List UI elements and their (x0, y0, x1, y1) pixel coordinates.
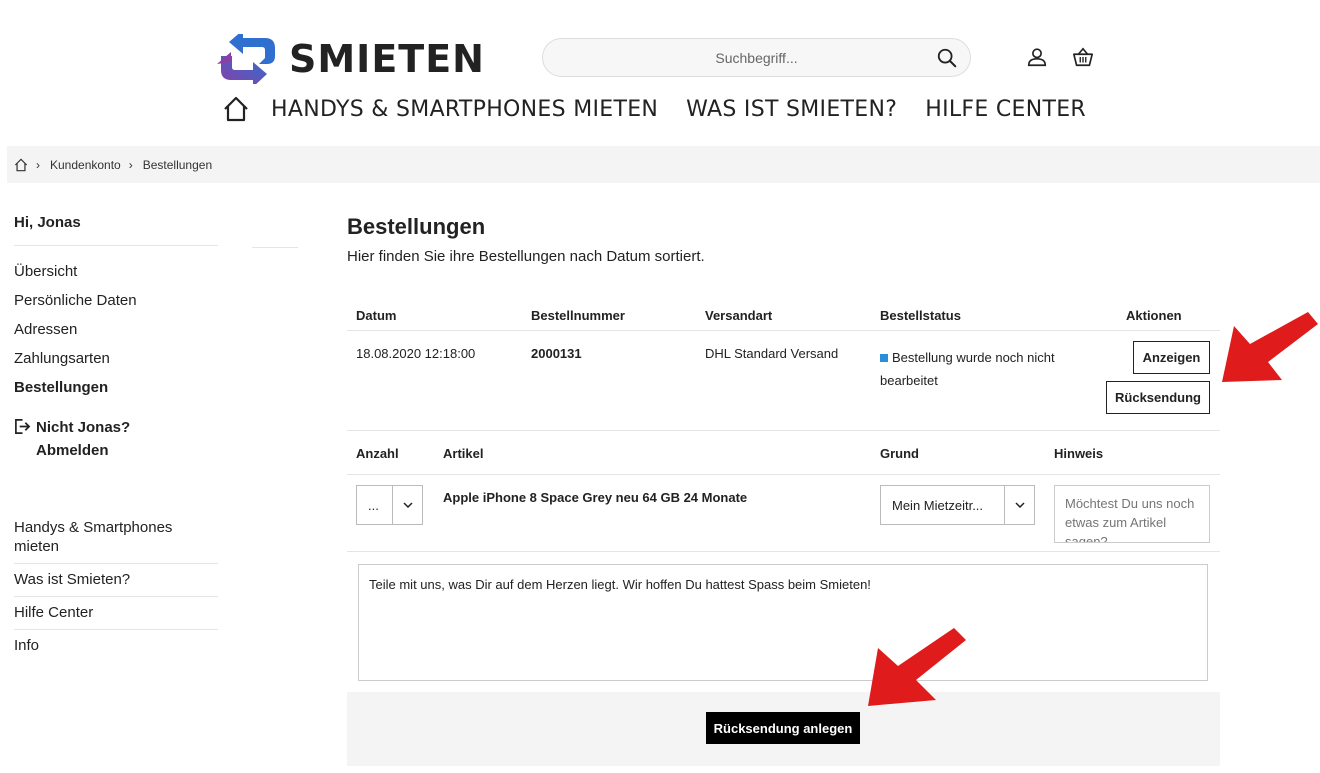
orders-table-header: Datum Bestellnummer Versandart Bestellst… (347, 301, 1220, 331)
order-date: 18.08.2020 12:18:00 (356, 346, 476, 361)
return-reason-select[interactable]: Mein Mietzeitr... (880, 485, 1035, 525)
site-logo[interactable]: SMIETEN (213, 34, 485, 84)
item-article: Apple iPhone 8 Space Grey neu 64 GB 24 M… (443, 490, 748, 505)
sidebar-item-uebersicht[interactable]: Übersicht (14, 263, 224, 280)
account-sidebar: Hi, Jonas Übersicht Persönliche Daten Ad… (14, 214, 298, 662)
return-message-field[interactable]: Teile mit uns, was Dir auf dem Herzen li… (358, 564, 1208, 681)
return-order-button[interactable]: Rücksendung (1106, 381, 1210, 414)
column-header-hinweis: Hinweis (1054, 446, 1104, 461)
column-header-artikel: Artikel (443, 446, 484, 461)
page-title: Bestellungen (347, 214, 486, 239)
nav-item-was-ist-smieten[interactable]: WAS IST SMIETEN? (686, 97, 897, 122)
chevron-down-icon (392, 486, 422, 524)
search-icon[interactable] (936, 47, 958, 69)
account-greeting: Hi, Jonas (14, 214, 218, 246)
sidebar-link-info[interactable]: Info (14, 630, 218, 662)
order-number: 2000131 (531, 346, 582, 361)
return-items-header: Anzahl Artikel Grund Hinweis (347, 431, 1220, 475)
return-item-row: ... Apple iPhone 8 Space Grey neu 64 GB … (347, 475, 1220, 552)
sidebar-link-handys[interactable]: Handys & Smartphones mieten (14, 512, 218, 564)
main-navigation: HANDYS & SMARTPHONES MIETEN WAS IST SMIE… (223, 96, 1114, 122)
sidebar-link-was-ist-smieten[interactable]: Was ist Smieten? (14, 564, 218, 597)
sidebar-footer-links: Handys & Smartphones mieten Was ist Smie… (14, 512, 218, 662)
user-icon[interactable] (1026, 46, 1048, 68)
sidebar-item-zahlungsarten[interactable]: Zahlungsarten (14, 350, 224, 367)
breadcrumb-item-bestellungen[interactable]: Bestellungen (143, 158, 212, 172)
chevron-right-icon: › (36, 157, 40, 172)
nav-item-handys[interactable]: HANDYS & SMARTPHONES MIETEN (271, 97, 658, 122)
quantity-select[interactable]: ... (356, 485, 423, 525)
sidebar-item-adressen[interactable]: Adressen (14, 321, 224, 338)
sidebar-item-bestellungen[interactable]: Bestellungen (14, 379, 224, 396)
order-shipping: DHL Standard Versand (705, 346, 839, 361)
page-subtitle: Hier finden Sie ihre Bestellungen nach D… (347, 248, 705, 265)
orders-content: Bestellungen Hier finden Sie ihre Bestel… (347, 214, 1220, 766)
column-header-bestellnummer: Bestellnummer (531, 308, 625, 323)
sidebar-link-hilfe-center[interactable]: Hilfe Center (14, 597, 218, 630)
logo-text: SMIETEN (289, 37, 485, 81)
logout-prompt: Nicht Jonas? (36, 419, 131, 436)
account-menu: Übersicht Persönliche Daten Adressen Zah… (14, 263, 224, 396)
status-indicator-icon (880, 354, 888, 362)
column-header-anzahl: Anzahl (356, 446, 399, 461)
column-header-aktionen: Aktionen (1126, 308, 1182, 323)
logout-link[interactable]: Nicht Jonas? Abmelden (14, 416, 224, 462)
table-row: 18.08.2020 12:18:00 2000131 DHL Standard… (347, 331, 1220, 431)
basket-icon[interactable] (1072, 46, 1094, 68)
divider (252, 247, 298, 248)
breadcrumb: › Kundenkonto › Bestellungen (7, 146, 1320, 183)
home-icon[interactable] (14, 157, 28, 172)
chevron-right-icon: › (128, 157, 133, 172)
item-hint-field[interactable] (1054, 485, 1210, 543)
column-header-grund: Grund (880, 446, 919, 461)
breadcrumb-item-kundenkonto[interactable]: Kundenkonto (50, 158, 121, 172)
logo-mark-icon (217, 34, 275, 84)
home-icon[interactable] (223, 96, 249, 122)
column-header-datum: Datum (356, 308, 397, 323)
annotation-arrow-icon (1222, 312, 1318, 382)
search-bar (542, 38, 971, 77)
chevron-down-icon (1004, 486, 1034, 524)
sidebar-item-persoenliche-daten[interactable]: Persönliche Daten (14, 292, 224, 309)
logout-icon (15, 419, 31, 434)
view-order-button[interactable]: Anzeigen (1133, 341, 1210, 374)
create-return-button[interactable]: Rücksendung anlegen (706, 712, 860, 744)
nav-item-hilfe-center[interactable]: HILFE CENTER (925, 97, 1086, 122)
return-submit-bar: Rücksendung anlegen (347, 692, 1220, 766)
annotation-arrow-icon (868, 628, 966, 706)
logout-label[interactable]: Abmelden (36, 439, 130, 462)
column-header-bestellstatus: Bestellstatus (880, 308, 961, 323)
order-status: Bestellung wurde noch nicht bearbeitet (880, 350, 1055, 388)
search-input[interactable] (606, 49, 907, 66)
column-header-versandart: Versandart (705, 308, 773, 323)
